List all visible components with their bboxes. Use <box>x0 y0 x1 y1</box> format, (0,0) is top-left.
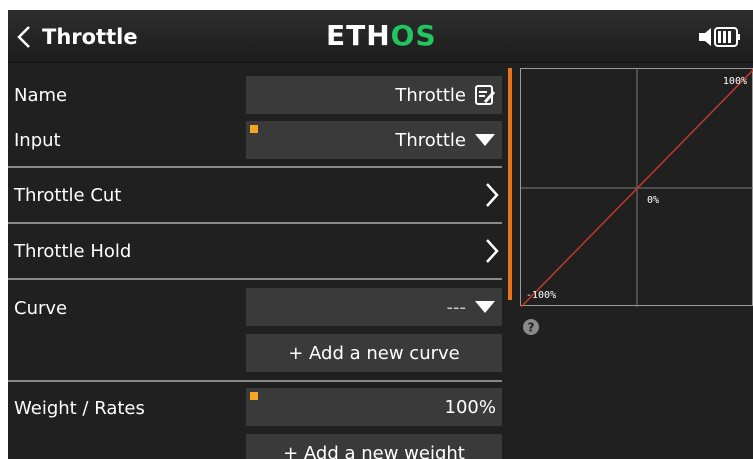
curve-value: --- <box>446 296 467 318</box>
svg-text:?: ? <box>528 321 535 335</box>
ethos-screen: Throttle ETHOS Name Throttle Input Throt… <box>8 10 753 459</box>
name-field[interactable]: Throttle <box>246 76 502 114</box>
settings-list: Name Throttle Input Throttle Throttle Cu… <box>8 62 508 459</box>
input-value: Throttle <box>395 129 466 151</box>
logo-accent-text: OS <box>390 19 437 52</box>
curve-row: Curve --- + Add a new curve <box>8 288 508 372</box>
input-label: Input <box>14 130 61 151</box>
weight-row: Weight / Rates 100% + Add a new weight <box>8 388 508 459</box>
label-center: 0% <box>647 195 659 206</box>
battery-icon <box>699 27 740 47</box>
curve-label: Curve <box>14 298 68 319</box>
input-marker <box>250 125 258 133</box>
throttle-hold-label: Throttle Hold <box>14 241 132 262</box>
weight-value: 100% <box>444 396 496 418</box>
curve-graph: 100% 0% -100% <box>521 69 753 307</box>
caret-down-icon <box>475 134 495 146</box>
page-title: Throttle <box>42 25 138 49</box>
divider <box>8 278 502 280</box>
add-weight-button[interactable]: + Add a new weight <box>246 434 502 459</box>
help-icon[interactable]: ? <box>522 318 540 336</box>
divider <box>8 166 502 168</box>
throttle-hold-row[interactable]: Throttle Hold <box>8 226 508 278</box>
input-dropdown[interactable]: Throttle <box>246 121 502 159</box>
weight-label: Weight / Rates <box>14 398 145 419</box>
chevron-left-icon <box>17 26 30 48</box>
curve-dropdown[interactable]: --- <box>246 288 502 326</box>
chevron-right-icon <box>486 183 499 207</box>
weight-marker <box>250 392 258 400</box>
name-value: Throttle <box>395 84 466 106</box>
edit-icon <box>475 85 496 105</box>
ethos-logo: ETHOS <box>326 19 437 52</box>
name-label: Name <box>14 85 68 106</box>
caret-down-icon <box>475 301 495 313</box>
divider <box>8 222 502 224</box>
name-row: Name Throttle <box>8 76 508 114</box>
weight-field[interactable]: 100% <box>246 388 502 426</box>
divider <box>8 380 502 382</box>
add-curve-button[interactable]: + Add a new curve <box>246 334 502 372</box>
header-bar: Throttle ETHOS <box>8 10 753 63</box>
chevron-right-icon <box>486 239 499 263</box>
curve-preview: 100% 0% -100% <box>520 68 753 307</box>
label-bottom-left: -100% <box>526 290 556 301</box>
throttle-cut-row[interactable]: Throttle Cut <box>8 170 508 222</box>
throttle-cut-label: Throttle Cut <box>14 185 122 206</box>
label-top-right: 100% <box>723 76 747 87</box>
back-button[interactable]: Throttle <box>16 20 181 54</box>
logo-main-text: ETH <box>326 19 391 52</box>
input-row: Input Throttle <box>8 121 508 159</box>
scroll-indicator <box>508 68 512 300</box>
